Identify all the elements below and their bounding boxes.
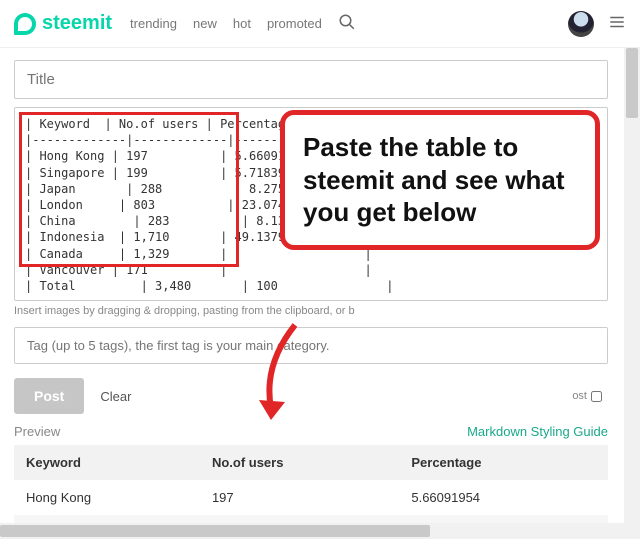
table-header-row: Keyword No.of users Percentage bbox=[14, 445, 608, 480]
ost-checkbox[interactable] bbox=[591, 391, 602, 402]
nav-promoted[interactable]: promoted bbox=[267, 16, 322, 31]
annotation-arrow-icon bbox=[255, 320, 315, 423]
avatar[interactable] bbox=[568, 11, 594, 37]
title-input[interactable] bbox=[14, 60, 608, 99]
search-icon[interactable] bbox=[338, 13, 356, 34]
top-bar: steemit trending new hot promoted bbox=[0, 0, 640, 48]
nav-new[interactable]: new bbox=[193, 16, 217, 31]
brand-text: steemit bbox=[42, 12, 112, 35]
clear-button[interactable]: Clear bbox=[100, 389, 131, 404]
post-button[interactable]: Post bbox=[14, 378, 84, 414]
preview-label: Preview bbox=[14, 424, 60, 439]
vertical-scrollbar[interactable] bbox=[624, 48, 640, 539]
button-row: Post Clear ost bbox=[14, 378, 626, 414]
preview-header: Preview Markdown Styling Guide bbox=[14, 424, 608, 439]
logo-icon bbox=[14, 13, 36, 35]
nav-hot[interactable]: hot bbox=[233, 16, 251, 31]
markdown-guide-link[interactable]: Markdown Styling Guide bbox=[467, 424, 608, 439]
ost-checkbox-label[interactable]: ost bbox=[572, 390, 602, 402]
horizontal-scrollbar[interactable] bbox=[0, 523, 624, 539]
nav-links: trending new hot promoted bbox=[130, 16, 322, 31]
vertical-scrollbar-thumb[interactable] bbox=[626, 48, 638, 118]
horizontal-scrollbar-thumb[interactable] bbox=[0, 525, 430, 537]
nav-trending[interactable]: trending bbox=[130, 16, 177, 31]
th-keyword: Keyword bbox=[14, 445, 200, 480]
logo[interactable]: steemit bbox=[14, 12, 112, 35]
upload-hint: Insert images by dragging & dropping, pa… bbox=[14, 305, 626, 317]
annotation-callout: Paste the table to steemit and see what … bbox=[280, 110, 600, 250]
menu-icon[interactable] bbox=[608, 13, 626, 34]
th-users: No.of users bbox=[200, 445, 399, 480]
table-row: Hong Kong 197 5.66091954 bbox=[14, 480, 608, 515]
th-percentage: Percentage bbox=[399, 445, 608, 480]
